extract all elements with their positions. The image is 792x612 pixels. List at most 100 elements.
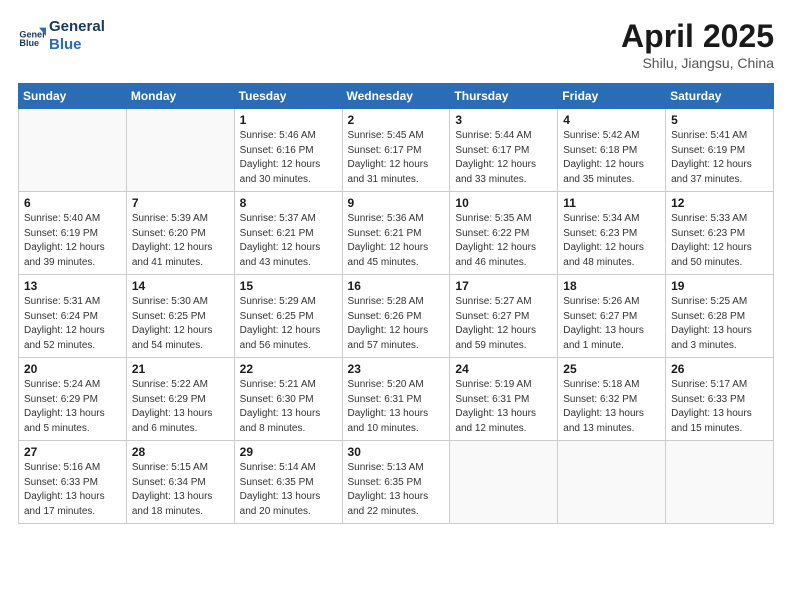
day-detail: Sunrise: 5:34 AM Sunset: 6:23 PM Dayligh… (563, 212, 660, 270)
day-detail: Sunrise: 5:21 AM Sunset: 6:30 PM Dayligh… (240, 378, 337, 436)
day-number: 3 (455, 113, 552, 127)
title-block: April 2025 Shilu, Jiangsu, China (621, 18, 774, 71)
location: Shilu, Jiangsu, China (621, 55, 774, 71)
day-detail: Sunrise: 5:45 AM Sunset: 6:17 PM Dayligh… (348, 129, 445, 187)
calendar-day: 24Sunrise: 5:19 AM Sunset: 6:31 PM Dayli… (450, 358, 558, 441)
col-tuesday: Tuesday (234, 84, 342, 109)
calendar-day: 23 Sunrise: 5:20 AM Sunset: 6:31 PM Dayli… (342, 358, 450, 441)
day-number: 9 (348, 196, 445, 210)
day-detail: Sunrise: 5:46 AM Sunset: 6:16 PM Dayligh… (240, 129, 337, 187)
calendar-day: 25 Sunrise: 5:18 AM Sunset: 6:32 PM Dayli… (558, 358, 666, 441)
calendar-week-row: 27 Sunrise: 5:16 AM Sunset: 6:33 PM Dayli… (19, 441, 774, 524)
day-detail: Sunrise: 5:41 AM Sunset: 6:19 PM Dayligh… (671, 129, 768, 187)
calendar-week-row: 1 Sunrise: 5:46 AM Sunset: 6:16 PM Daylig… (19, 109, 774, 192)
calendar-day: 20Sunrise: 5:24 AM Sunset: 6:29 PM Dayli… (19, 358, 127, 441)
calendar-day: 5 Sunrise: 5:41 AM Sunset: 6:19 PM Daylig… (666, 109, 774, 192)
calendar-table: Sunday Monday Tuesday Wednesday Thursday… (18, 83, 774, 524)
day-number: 25 (563, 362, 660, 376)
day-number: 18 (563, 279, 660, 293)
month-title: April 2025 (621, 18, 774, 55)
day-number: 26 (671, 362, 768, 376)
day-detail: Sunrise: 5:27 AM Sunset: 6:27 PM Dayligh… (455, 295, 552, 353)
day-number: 13 (24, 279, 121, 293)
col-friday: Friday (558, 84, 666, 109)
calendar-day: 27 Sunrise: 5:16 AM Sunset: 6:33 PM Dayli… (19, 441, 127, 524)
day-number: 22 (240, 362, 337, 376)
day-detail: Sunrise: 5:42 AM Sunset: 6:18 PM Dayligh… (563, 129, 660, 187)
day-detail: Sunrise: 5:44 AM Sunset: 6:17 PM Dayligh… (455, 129, 552, 187)
day-detail: Sunrise: 5:26 AM Sunset: 6:27 PM Dayligh… (563, 295, 660, 353)
calendar-day: 13 Sunrise: 5:31 AM Sunset: 6:24 PM Dayli… (19, 275, 127, 358)
day-number: 17 (455, 279, 552, 293)
page: General Blue General Blue April 2025 Shi… (0, 0, 792, 612)
day-number: 6 (24, 196, 121, 210)
calendar-day (666, 441, 774, 524)
calendar-day: 6 Sunrise: 5:40 AM Sunset: 6:19 PM Daylig… (19, 192, 127, 275)
calendar-day (19, 109, 127, 192)
day-detail: Sunrise: 5:28 AM Sunset: 6:26 PM Dayligh… (348, 295, 445, 353)
day-number: 11 (563, 196, 660, 210)
col-saturday: Saturday (666, 84, 774, 109)
day-detail: Sunrise: 5:35 AM Sunset: 6:22 PM Dayligh… (455, 212, 552, 270)
day-detail: Sunrise: 5:33 AM Sunset: 6:23 PM Dayligh… (671, 212, 768, 270)
calendar-day: 1 Sunrise: 5:46 AM Sunset: 6:16 PM Daylig… (234, 109, 342, 192)
day-detail: Sunrise: 5:36 AM Sunset: 6:21 PM Dayligh… (348, 212, 445, 270)
calendar-day: 4Sunrise: 5:42 AM Sunset: 6:18 PM Daylig… (558, 109, 666, 192)
day-number: 12 (671, 196, 768, 210)
day-detail: Sunrise: 5:18 AM Sunset: 6:32 PM Dayligh… (563, 378, 660, 436)
col-thursday: Thursday (450, 84, 558, 109)
calendar-day: 15 Sunrise: 5:29 AM Sunset: 6:25 PM Dayli… (234, 275, 342, 358)
day-number: 29 (240, 445, 337, 459)
col-sunday: Sunday (19, 84, 127, 109)
calendar-day: 16Sunrise: 5:28 AM Sunset: 6:26 PM Dayli… (342, 275, 450, 358)
calendar-day: 17 Sunrise: 5:27 AM Sunset: 6:27 PM Dayli… (450, 275, 558, 358)
day-number: 14 (132, 279, 229, 293)
calendar-day: 14 Sunrise: 5:30 AM Sunset: 6:25 PM Dayli… (126, 275, 234, 358)
day-number: 7 (132, 196, 229, 210)
calendar-day (558, 441, 666, 524)
day-number: 20 (24, 362, 121, 376)
calendar-day: 21 Sunrise: 5:22 AM Sunset: 6:29 PM Dayli… (126, 358, 234, 441)
day-number: 27 (24, 445, 121, 459)
calendar-day: 18 Sunrise: 5:26 AM Sunset: 6:27 PM Dayli… (558, 275, 666, 358)
calendar-week-row: 6 Sunrise: 5:40 AM Sunset: 6:19 PM Daylig… (19, 192, 774, 275)
calendar-day: 2 Sunrise: 5:45 AM Sunset: 6:17 PM Daylig… (342, 109, 450, 192)
day-detail: Sunrise: 5:29 AM Sunset: 6:25 PM Dayligh… (240, 295, 337, 353)
calendar-day: 12 Sunrise: 5:33 AM Sunset: 6:23 PM Dayli… (666, 192, 774, 275)
day-number: 1 (240, 113, 337, 127)
calendar-day (450, 441, 558, 524)
col-monday: Monday (126, 84, 234, 109)
day-detail: Sunrise: 5:31 AM Sunset: 6:24 PM Dayligh… (24, 295, 121, 353)
svg-text:Blue: Blue (19, 38, 39, 48)
day-number: 15 (240, 279, 337, 293)
day-detail: Sunrise: 5:15 AM Sunset: 6:34 PM Dayligh… (132, 461, 229, 519)
day-detail: Sunrise: 5:16 AM Sunset: 6:33 PM Dayligh… (24, 461, 121, 519)
day-detail: Sunrise: 5:30 AM Sunset: 6:25 PM Dayligh… (132, 295, 229, 353)
logo: General Blue General Blue (18, 18, 105, 54)
day-number: 10 (455, 196, 552, 210)
header: General Blue General Blue April 2025 Shi… (18, 18, 774, 71)
calendar-day: 28 Sunrise: 5:15 AM Sunset: 6:34 PM Dayli… (126, 441, 234, 524)
day-number: 2 (348, 113, 445, 127)
calendar-day: 9 Sunrise: 5:36 AM Sunset: 6:21 PM Daylig… (342, 192, 450, 275)
logo-icon: General Blue (18, 22, 46, 50)
calendar-day: 7Sunrise: 5:39 AM Sunset: 6:20 PM Daylig… (126, 192, 234, 275)
day-number: 30 (348, 445, 445, 459)
calendar-day: 26Sunrise: 5:17 AM Sunset: 6:33 PM Dayli… (666, 358, 774, 441)
calendar-day: 29Sunrise: 5:14 AM Sunset: 6:35 PM Dayli… (234, 441, 342, 524)
calendar-day: 10 Sunrise: 5:35 AM Sunset: 6:22 PM Dayli… (450, 192, 558, 275)
day-number: 28 (132, 445, 229, 459)
day-number: 21 (132, 362, 229, 376)
day-number: 23 (348, 362, 445, 376)
day-detail: Sunrise: 5:22 AM Sunset: 6:29 PM Dayligh… (132, 378, 229, 436)
calendar-header-row: Sunday Monday Tuesday Wednesday Thursday… (19, 84, 774, 109)
day-detail: Sunrise: 5:37 AM Sunset: 6:21 PM Dayligh… (240, 212, 337, 270)
day-detail: Sunrise: 5:25 AM Sunset: 6:28 PM Dayligh… (671, 295, 768, 353)
day-detail: Sunrise: 5:20 AM Sunset: 6:31 PM Dayligh… (348, 378, 445, 436)
calendar-day: 11 Sunrise: 5:34 AM Sunset: 6:23 PM Dayli… (558, 192, 666, 275)
day-detail: Sunrise: 5:40 AM Sunset: 6:19 PM Dayligh… (24, 212, 121, 270)
logo-general: General (49, 18, 105, 36)
col-wednesday: Wednesday (342, 84, 450, 109)
day-detail: Sunrise: 5:19 AM Sunset: 6:31 PM Dayligh… (455, 378, 552, 436)
day-number: 5 (671, 113, 768, 127)
